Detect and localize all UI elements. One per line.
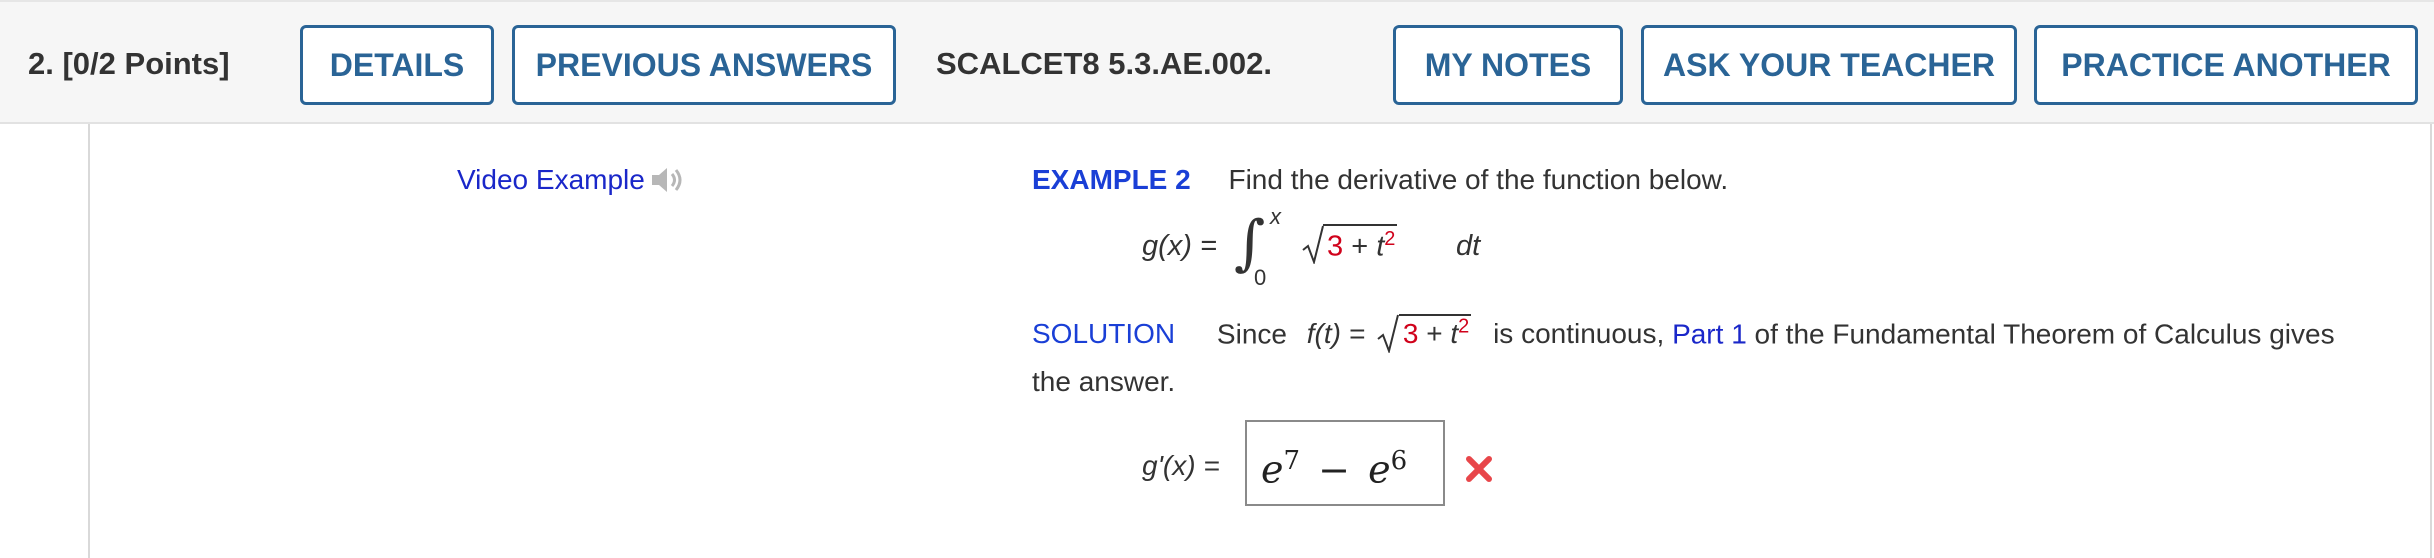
left-divider	[88, 124, 90, 558]
question-header: 2. [0/2 Points] DETAILS PREVIOUS ANSWERS…	[0, 0, 2434, 124]
solution-label: SOLUTION	[1032, 318, 1176, 350]
solution-radical-icon	[1373, 315, 1399, 354]
question-id: SCALCET8 5.3.AE.002.	[936, 46, 1272, 81]
incorrect-x-icon	[1466, 456, 1492, 482]
lower-limit: 0	[1254, 265, 1267, 290]
question-number: 2.	[28, 46, 54, 81]
question-label: 2. [0/2 Points]	[28, 46, 230, 82]
practice-another-button[interactable]: PRACTICE ANOTHER	[2034, 25, 2418, 105]
solution-function: f(t) =	[1306, 318, 1366, 350]
answer-term-2-base: e	[1368, 447, 1391, 492]
solution-line: SOLUTION Since f(t) = 3 + t2 is continuo…	[1032, 314, 2335, 354]
details-button[interactable]: DETAILS	[300, 25, 494, 105]
video-example-link[interactable]: Video Example	[457, 164, 689, 196]
example-label: EXAMPLE 2	[1032, 164, 1191, 195]
answer-term-2-exponent: 6	[1390, 446, 1408, 476]
radical-sign-icon	[1302, 225, 1324, 264]
previous-answers-button[interactable]: PREVIOUS ANSWERS	[512, 25, 896, 105]
solution-radicand-variable: t	[1450, 318, 1459, 350]
answer-term-1-base: e	[1261, 447, 1284, 492]
solution-radicand: 3 + t2	[1398, 314, 1472, 350]
solution-radicand-exponent: 2	[1458, 316, 1470, 338]
equation-lhs: g(x) =	[1142, 230, 1217, 262]
radicand-plus: +	[1351, 230, 1369, 263]
solution-text-before: Since	[1216, 318, 1287, 350]
answer-minus: −	[1318, 447, 1350, 492]
example-heading: EXAMPLE 2 Find the derivative of the fun…	[1032, 164, 1728, 196]
answer-label: g'(x) =	[1142, 450, 1220, 482]
right-divider	[2430, 124, 2432, 558]
differential: dt	[1456, 230, 1481, 262]
ask-your-teacher-button[interactable]: ASK YOUR TEACHER	[1641, 25, 2017, 105]
solution-radicand-constant: 3	[1402, 318, 1419, 350]
part-1-link[interactable]: Part 1	[1672, 318, 1747, 349]
radicand: 3 + t2	[1323, 224, 1398, 264]
solution-text-middle: is continuous,	[1493, 318, 1665, 350]
solution-continuation: the answer.	[1032, 366, 1176, 397]
upper-limit: x	[1270, 204, 1281, 229]
my-notes-button[interactable]: MY NOTES	[1393, 25, 1623, 105]
radicand-constant: 3	[1327, 230, 1344, 263]
answer-input[interactable]: e7 − e6	[1245, 420, 1445, 506]
radicand-exponent: 2	[1384, 228, 1396, 250]
points-label: [0/2 Points]	[62, 46, 230, 81]
answer-term-1-exponent: 7	[1283, 446, 1301, 476]
solution-radicand-plus: +	[1426, 318, 1443, 350]
integral-equation: g(x) = ∫ x 0 3 + t2 dt	[1142, 204, 1562, 290]
speaker-icon[interactable]	[649, 164, 689, 196]
solution-text-after: of the Fundamental Theorem of Calculus g…	[1754, 318, 2335, 350]
answer-lhs: g'(x) =	[1142, 450, 1220, 481]
video-example-label: Video Example	[457, 164, 645, 195]
example-prompt: Find the derivative of the function belo…	[1228, 164, 1729, 195]
